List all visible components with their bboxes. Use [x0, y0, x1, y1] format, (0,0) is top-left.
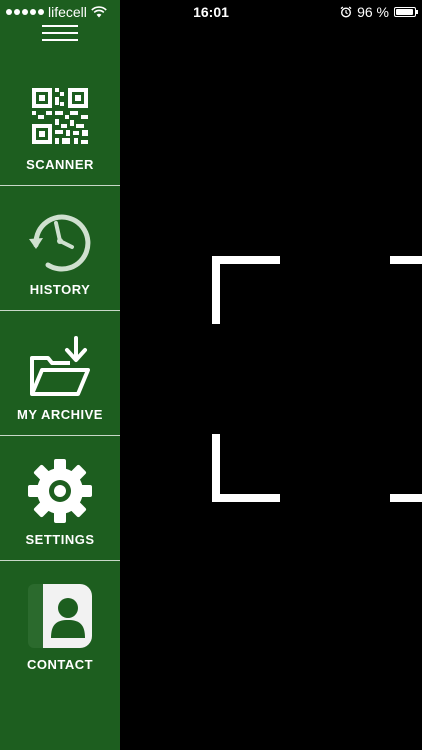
sidebar-item-label: CONTACT	[26, 657, 94, 672]
hamburger-line	[42, 39, 78, 41]
app-screen: lifecell 16:01 96 % SCANNER HISTORY MY A…	[0, 0, 422, 750]
sidebar-item-scanner[interactable]: SCANNER	[0, 62, 120, 186]
menu-toggle-button[interactable]	[42, 25, 78, 41]
sidebar-item-label: HISTORY	[29, 282, 91, 297]
status-bar: lifecell 16:01 96 %	[0, 0, 422, 24]
sidebar-item-contact[interactable]: CONTACT	[0, 562, 120, 686]
clock-history-icon	[29, 214, 91, 272]
viewfinder-corner-top-left	[212, 256, 280, 324]
alarm-clock-icon	[340, 6, 352, 18]
scanner-viewfinder[interactable]	[120, 0, 422, 750]
sidebar-menu: SCANNER HISTORY MY ARCHIVE SETTINGS CONT…	[0, 0, 120, 750]
hamburger-line	[42, 25, 78, 27]
battery-percent: 96 %	[357, 4, 389, 20]
battery-icon	[394, 7, 418, 17]
sidebar-item-my-archive[interactable]: MY ARCHIVE	[0, 312, 120, 436]
gear-icon	[28, 459, 92, 523]
qr-code-icon	[32, 88, 88, 144]
viewfinder-corner-top-right	[390, 256, 422, 324]
sidebar-item-label: SETTINGS	[25, 532, 95, 547]
contact-card-icon	[28, 584, 92, 648]
sidebar-item-label: MY ARCHIVE	[17, 407, 103, 422]
sidebar-item-history[interactable]: HISTORY	[0, 187, 120, 311]
viewfinder-corner-bottom-left	[212, 434, 280, 502]
hamburger-line	[42, 32, 78, 34]
sidebar-item-label: SCANNER	[26, 157, 94, 172]
status-right: 96 %	[340, 4, 418, 20]
folder-download-icon	[30, 336, 90, 396]
battery-fill	[396, 9, 414, 15]
viewfinder-corner-bottom-right	[390, 434, 422, 502]
sidebar-item-settings[interactable]: SETTINGS	[0, 437, 120, 561]
